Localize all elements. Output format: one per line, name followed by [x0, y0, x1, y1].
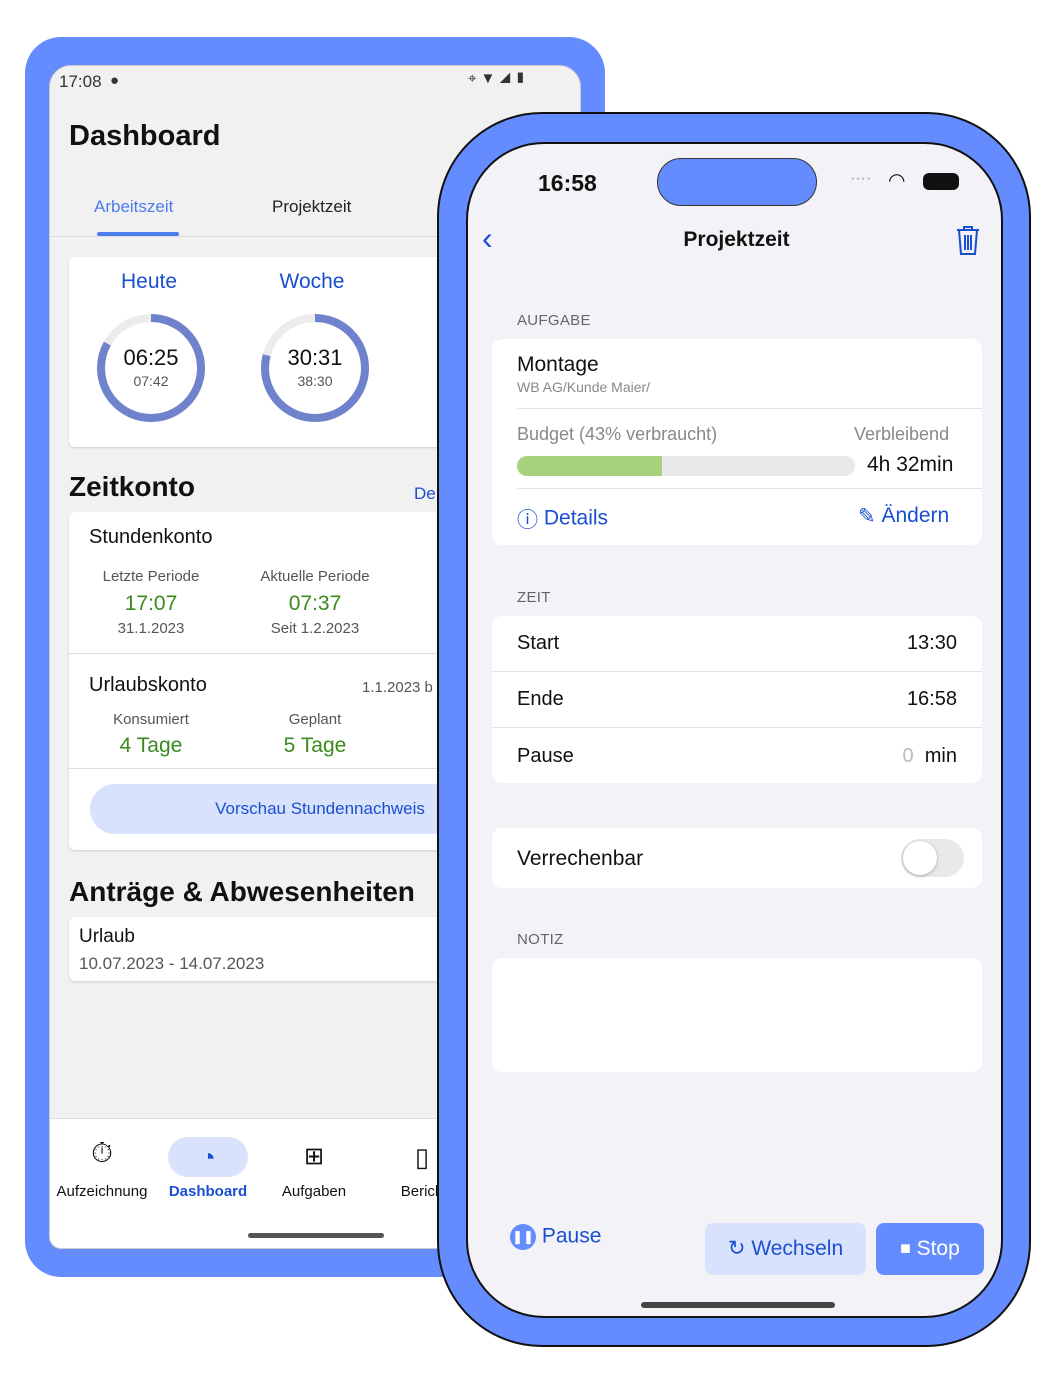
request-type: Urlaub — [79, 926, 135, 947]
current-period-date: Seit 1.2.2023 — [270, 620, 360, 637]
pie-chart-icon: ◔ — [168, 1137, 248, 1177]
last-period-date: 31.1.2023 — [117, 620, 185, 637]
billable-card: Verrechenbar — [492, 828, 982, 888]
end-row[interactable]: Ende 16:58 — [492, 672, 982, 728]
task-name: Montage — [517, 353, 599, 376]
home-indicator — [248, 1233, 384, 1238]
pause-row[interactable]: Pause 0 min — [492, 728, 982, 783]
time-card: Start 13:30 Ende 16:58 Pause 0 min — [492, 616, 982, 783]
start-label: Start — [517, 632, 560, 654]
pause-unit: min — [924, 744, 957, 767]
pause-label: Pause — [517, 744, 574, 767]
start-row[interactable]: Start 13:30 — [492, 616, 982, 672]
urlaubskonto-date: 1.1.2023 b — [362, 679, 433, 696]
tab-arbeitszeit[interactable]: Arbeitszeit — [94, 197, 173, 217]
info-icon: ⓘ — [517, 509, 538, 532]
task-card: Montage WB AG/Kunde Maier/ Budget (43% v… — [492, 339, 982, 545]
current-period-value: 07:37 — [288, 592, 342, 615]
notiz-section-label: NOTIZ — [517, 931, 564, 948]
dynamic-island — [657, 158, 817, 206]
budget-progress-fill — [517, 456, 663, 476]
edit-label: Ändern — [881, 504, 950, 528]
stop-button-label: Stop — [916, 1237, 960, 1260]
trash-icon[interactable] — [955, 224, 981, 256]
ring-target-woche: 38:30 — [297, 373, 333, 389]
status-time: 16:58 — [538, 170, 597, 196]
ios-screen: 16:58 ···· ◠ ‹ Projektzeit AUFGABE Monta… — [466, 142, 1003, 1318]
last-period-label: Letzte Periode — [102, 568, 200, 585]
start-value: 13:30 — [906, 632, 957, 654]
pause-button[interactable]: ❚❚ Pause — [510, 1224, 601, 1250]
end-label: Ende — [517, 688, 564, 710]
aufgabe-section-label: AUFGABE — [517, 312, 591, 329]
page-title: Dashboard — [69, 120, 221, 152]
switch-button[interactable]: ↻ Wechseln — [705, 1223, 866, 1275]
pause-icon: ❚❚ — [510, 1224, 536, 1250]
task-path: WB AG/Kunde Maier/ — [517, 379, 651, 395]
nav-title: Projektzeit — [683, 228, 790, 251]
pencil-icon: ✎ — [858, 505, 876, 528]
budget-progress-bar — [517, 456, 855, 476]
used-label: Konsumiert — [113, 711, 189, 728]
switch-button-label: Wechseln — [751, 1237, 844, 1260]
wifi-icon: ◠ — [888, 170, 906, 192]
planned-value: 5 Tage — [283, 734, 347, 757]
used-value: 4 Tage — [119, 734, 183, 757]
budget-label: Budget (43% verbraucht) — [517, 424, 718, 444]
pause-input[interactable]: 0 — [903, 745, 914, 767]
edit-button[interactable]: ✎ Ändern — [858, 504, 949, 529]
divider — [517, 488, 982, 489]
ring-value-heute: 06:25 — [123, 345, 179, 370]
ring-target-heute: 07:42 — [133, 373, 169, 389]
details-link[interactable]: De — [414, 484, 436, 504]
zeitkonto-title: Zeitkonto — [69, 471, 195, 502]
billable-toggle[interactable] — [901, 839, 964, 877]
home-indicator — [641, 1302, 835, 1308]
urlaubskonto-title: Urlaubskonto — [89, 674, 207, 696]
divider — [517, 408, 982, 409]
nav-aufgaben[interactable]: ⊞ Aufgaben — [262, 1137, 366, 1200]
zeit-section-label: ZEIT — [517, 589, 551, 606]
billable-label: Verrechenbar — [517, 847, 644, 870]
details-button[interactable]: ⓘ Details — [517, 504, 608, 534]
nav-dashboard[interactable]: ◔ Dashboard — [156, 1137, 260, 1200]
stundenkonto-title: Stundenkonto — [89, 526, 213, 548]
battery-icon — [923, 173, 959, 190]
ring-value-woche: 30:31 — [287, 345, 343, 370]
requests-title: Anträge & Abwesenheiten — [69, 876, 415, 907]
request-range: 10.07.2023 - 14.07.2023 — [79, 954, 265, 973]
details-label: Details — [543, 506, 609, 530]
remaining-label: Verbleibend — [854, 424, 950, 444]
stopwatch-icon: ⏱ — [91, 1137, 113, 1168]
nav-label: Aufgaben — [281, 1183, 347, 1200]
stop-icon: ⏹ — [900, 1237, 911, 1260]
remaining-value: 4h 32min — [867, 453, 954, 476]
last-period-value: 17:07 — [124, 592, 178, 615]
note-input[interactable] — [492, 958, 982, 1072]
hierarchy-icon: ⊞ — [303, 1143, 325, 1170]
signal-icon: ···· — [850, 170, 872, 187]
current-period-label: Aktuelle Periode — [260, 568, 370, 585]
toggle-knob — [903, 841, 937, 875]
nav-label: Dashboard — [168, 1183, 248, 1200]
end-value: 16:58 — [906, 688, 957, 710]
tab-projektzeit[interactable]: Projektzeit — [272, 197, 351, 217]
status-time: 17:08 — [59, 72, 102, 91]
pause-button-label: Pause — [541, 1224, 602, 1248]
status-icons: ⌖▼◢▮ — [468, 70, 531, 87]
nav-aufzeichnung[interactable]: ⏱ Aufzeichnung — [50, 1137, 154, 1200]
planned-label: Geplant — [288, 711, 342, 728]
nav-label: Aufzeichnung — [56, 1183, 148, 1200]
account-icon: ● — [110, 72, 120, 89]
stop-button[interactable]: ⏹ Stop — [876, 1223, 984, 1275]
clock-switch-icon: ↻ — [727, 1237, 746, 1260]
